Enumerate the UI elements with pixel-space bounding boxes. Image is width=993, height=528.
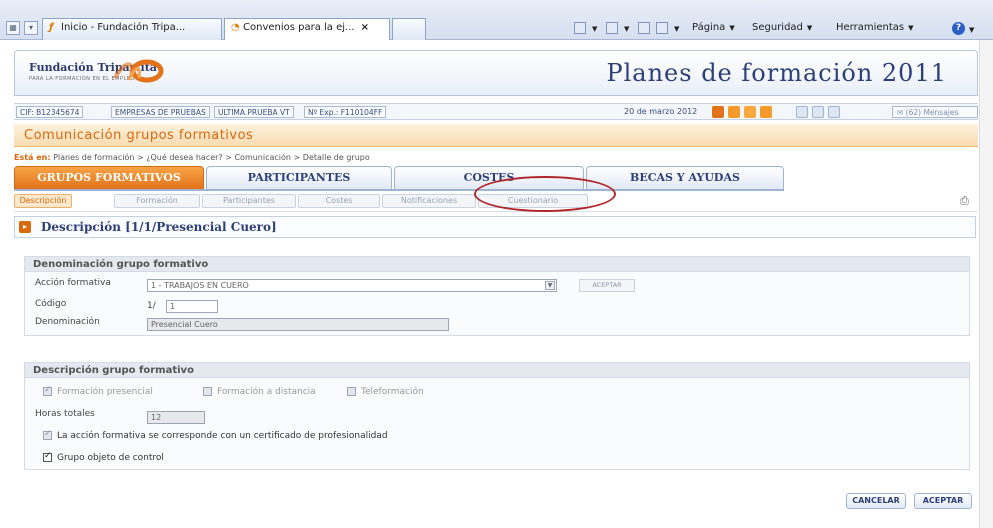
- logo-mark-icon: [113, 59, 164, 83]
- cif-badge: CIF: B12345674: [16, 106, 84, 118]
- checkbox: [43, 385, 52, 396]
- favicon-icon: ƒ: [49, 22, 54, 33]
- save-icon[interactable]: [796, 106, 808, 118]
- messages-link[interactable]: ✉ (62) Mensajes: [892, 106, 978, 118]
- tab-becas-ayudas[interactable]: BECAS Y AYUDAS: [586, 166, 784, 190]
- help-menu[interactable]: ? ▼: [952, 22, 978, 35]
- modalidad-teleformacion: Teleformación: [347, 387, 424, 397]
- panel-title: Descripción [1/1/Presencial Cuero]: [41, 220, 277, 234]
- help-icon: ?: [952, 22, 965, 35]
- calendar-icon[interactable]: [812, 106, 824, 118]
- page-title: Planes de formación 2011: [606, 59, 947, 87]
- chevron-down-icon: ▼: [545, 281, 555, 290]
- current-date: 20 de marzo 2012: [624, 107, 698, 116]
- denominacion-field: Presencial Cuero: [147, 318, 449, 331]
- codigo-prefix: 1/: [147, 301, 156, 311]
- horas-label: Horas totales: [35, 409, 95, 419]
- expedient-badge: Nº Exp.: F110104FF: [304, 106, 387, 118]
- subtab-notificaciones[interactable]: Notificaciones: [382, 194, 476, 208]
- info-bar: CIF: B12345674 EMPRESAS DE PRUEBAS ULTIM…: [14, 103, 978, 120]
- checkbox: [347, 387, 356, 396]
- modalidad-presencial: Formación presencial: [43, 385, 153, 397]
- home-icon[interactable]: [744, 106, 756, 118]
- subtab-participantes[interactable]: Participantes: [202, 194, 296, 208]
- tab-list-icon[interactable]: ▾: [24, 21, 38, 35]
- descripcion-heading: Descripción grupo formativo: [25, 363, 969, 378]
- horas-field: 12: [147, 411, 205, 424]
- mail-button[interactable]: [638, 22, 652, 34]
- accion-select[interactable]: 1 - TRABAJOS EN CUERO ▼: [147, 279, 557, 292]
- denominacion-heading: Denominación grupo formativo: [25, 257, 969, 272]
- feeds-icon: [606, 22, 618, 34]
- checkbox[interactable]: [43, 451, 52, 462]
- checkbox: [43, 429, 52, 440]
- help-icon[interactable]: [728, 106, 740, 118]
- highlight-circle: [474, 176, 616, 212]
- denominacion-section: Denominación grupo formativo Acción form…: [24, 256, 970, 336]
- panel-header: ▸ Descripción [1/1/Presencial Cuero]: [14, 216, 976, 238]
- subtab-descripcion[interactable]: Descripción: [14, 194, 72, 208]
- checkbox: [203, 387, 212, 396]
- site-header: Fundación Tripartita PARA LA FORMACIÓN E…: [14, 50, 978, 96]
- mail-icon: [638, 22, 650, 34]
- company-badge: EMPRESAS DE PRUEBAS: [111, 106, 210, 118]
- subtab-divider: [14, 211, 978, 212]
- tab-grupos-formativos[interactable]: GRUPOS FORMATIVOS: [14, 166, 204, 190]
- tools-menu[interactable]: Herramientas ▼: [836, 22, 918, 33]
- feeds-button[interactable]: ▼: [606, 22, 633, 34]
- exit-icon[interactable]: [712, 106, 724, 118]
- home-icon: [574, 22, 586, 34]
- breadcrumb-path[interactable]: Planes de formación > ¿Qué desea hacer? …: [53, 153, 370, 162]
- accept-accion-button[interactable]: ACEPTAR: [579, 279, 635, 292]
- home-button[interactable]: ▼: [574, 22, 601, 34]
- tabs-divider: [14, 189, 784, 191]
- subtab-formacion[interactable]: Formación: [114, 194, 200, 208]
- section-header: Comunicación grupos formativos: [14, 124, 978, 147]
- favicon-icon: ◔: [231, 22, 240, 33]
- descripcion-section: Descripción grupo formativo Formación pr…: [24, 362, 970, 470]
- print-icon[interactable]: ⎙: [960, 194, 973, 207]
- quick-tabs-icon[interactable]: ▦: [6, 21, 20, 35]
- control-option[interactable]: Grupo objeto de control: [43, 451, 164, 463]
- browser-tab-convenios[interactable]: ◔ Convenios para la ej... ×: [224, 18, 390, 40]
- new-tab-button[interactable]: [392, 18, 426, 40]
- cancel-button[interactable]: CANCELAR: [846, 493, 906, 509]
- print-button[interactable]: ▼: [656, 22, 683, 34]
- security-menu[interactable]: Seguridad ▼: [752, 22, 816, 33]
- plan-badge: ULTIMA PRUEBA VT: [214, 106, 294, 118]
- collapse-icon[interactable]: ▸: [19, 221, 31, 233]
- browser-toolbar: ▦ ▾ ƒ Inicio - Fundación Tripa... ◔ Conven…: [0, 0, 993, 40]
- window-scrollbar[interactable]: [979, 40, 993, 528]
- certificado-option: La acción formativa se corresponde con u…: [43, 429, 388, 441]
- accept-button[interactable]: ACEPTAR: [914, 493, 972, 509]
- accion-label: Acción formativa: [35, 278, 111, 288]
- documents-icon[interactable]: [760, 106, 772, 118]
- modalidad-distancia: Formación a distancia: [203, 387, 316, 397]
- browser-tab-inicio[interactable]: ƒ Inicio - Fundación Tripa...: [42, 18, 222, 40]
- denominacion-label: Denominación: [35, 317, 100, 327]
- printer-icon: [656, 22, 668, 34]
- codigo-input[interactable]: 1: [166, 300, 218, 313]
- page-menu[interactable]: Página ▼: [692, 22, 739, 33]
- breadcrumb: Está en: Planes de formación > ¿Qué dese…: [14, 153, 370, 162]
- section-title: Comunicación grupos formativos: [24, 128, 254, 143]
- codigo-label: Código: [35, 299, 67, 309]
- subtab-costes[interactable]: Costes: [298, 194, 380, 208]
- close-tab-icon[interactable]: ×: [361, 22, 369, 33]
- edit-icon[interactable]: [828, 106, 840, 118]
- tab-participantes[interactable]: PARTICIPANTES: [206, 166, 392, 190]
